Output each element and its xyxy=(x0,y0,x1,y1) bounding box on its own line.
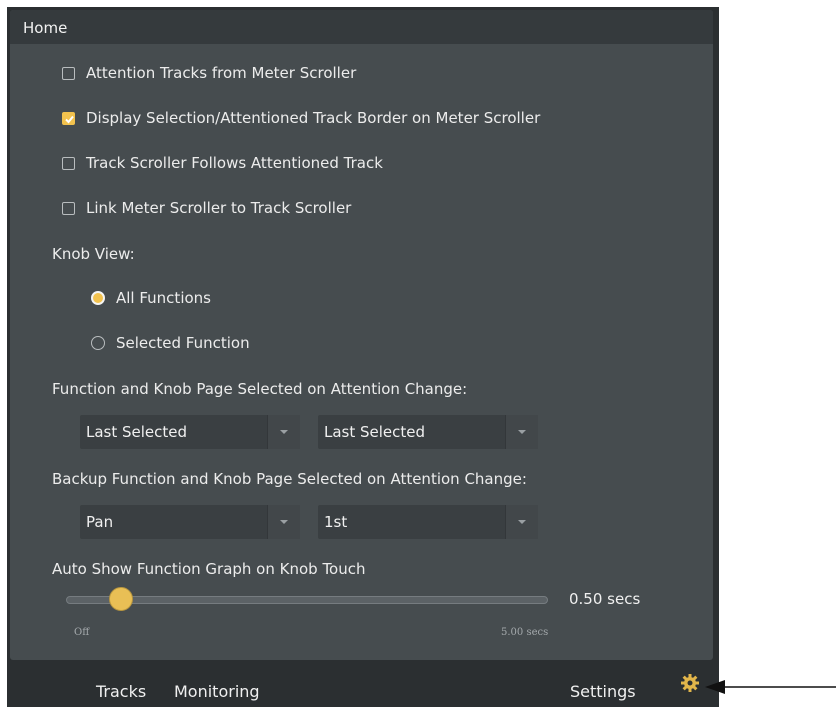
page-title: Home xyxy=(23,19,68,37)
function-page-label: Function and Knob Page Selected on Atten… xyxy=(52,380,468,398)
checkbox-label: Attention Tracks from Meter Scroller xyxy=(86,64,357,82)
chevron-down-icon xyxy=(280,520,288,524)
radio-all-functions[interactable]: All Functions xyxy=(91,289,211,307)
backup-function-dropdown[interactable]: Pan xyxy=(80,505,300,539)
arrow-left-icon xyxy=(705,680,836,694)
radio-label: All Functions xyxy=(116,289,211,307)
checkbox-track-scroller-follows[interactable]: Track Scroller Follows Attentioned Track xyxy=(62,154,383,172)
slider-value: 0.50 secs xyxy=(569,590,641,608)
dropdown-toggle[interactable] xyxy=(505,505,538,539)
radio-button-selected[interactable] xyxy=(91,291,105,305)
chevron-down-icon xyxy=(280,430,288,434)
tab-settings[interactable]: Settings xyxy=(570,682,636,701)
checkbox-box[interactable] xyxy=(62,156,75,170)
function-dropdown[interactable]: Last Selected xyxy=(80,415,300,449)
slider-track[interactable] xyxy=(66,596,548,604)
chevron-down-icon xyxy=(518,520,526,524)
bottom-tab-bar: Tracks Monitoring Settings xyxy=(7,668,719,707)
checkbox-label: Track Scroller Follows Attentioned Track xyxy=(86,154,383,172)
checkbox-attention-tracks[interactable]: Attention Tracks from Meter Scroller xyxy=(62,64,356,82)
dropdown-value: Pan xyxy=(86,513,114,531)
checkbox-box-checked[interactable] xyxy=(62,111,75,125)
radio-label: Selected Function xyxy=(116,334,250,352)
radio-selected-function[interactable]: Selected Function xyxy=(91,334,250,352)
checkmark-icon xyxy=(65,115,74,123)
dropdown-toggle[interactable] xyxy=(267,505,300,539)
settings-panel: Home Attention Tracks from Meter Scrolle… xyxy=(10,10,713,660)
checkbox-box[interactable] xyxy=(62,201,75,215)
checkbox-link-meter-scroller[interactable]: Link Meter Scroller to Track Scroller xyxy=(62,199,351,217)
knob-page-dropdown[interactable]: Last Selected xyxy=(318,415,538,449)
tab-monitoring[interactable]: Monitoring xyxy=(174,682,260,701)
panel-header: Home xyxy=(10,10,713,44)
tab-tracks[interactable]: Tracks xyxy=(96,682,146,701)
checkbox-label: Link Meter Scroller to Track Scroller xyxy=(86,199,352,217)
dropdown-toggle[interactable] xyxy=(267,415,300,449)
slider-max-label: 5.00 secs xyxy=(501,627,549,638)
checkbox-display-border[interactable]: Display Selection/Attentioned Track Bord… xyxy=(62,109,540,127)
checkbox-box[interactable] xyxy=(62,66,75,80)
slider-min-label: Off xyxy=(74,627,90,638)
dropdown-value: 1st xyxy=(324,513,348,531)
dropdown-value: Last Selected xyxy=(86,423,188,441)
knob-view-label: Knob View: xyxy=(52,245,135,263)
gear-icon[interactable] xyxy=(680,673,700,693)
backup-knob-page-dropdown[interactable]: 1st xyxy=(318,505,538,539)
backup-page-label: Backup Function and Knob Page Selected o… xyxy=(52,470,527,488)
dropdown-value: Last Selected xyxy=(324,423,426,441)
checkbox-label: Display Selection/Attentioned Track Bord… xyxy=(86,109,541,127)
radio-button[interactable] xyxy=(91,336,105,350)
dropdown-toggle[interactable] xyxy=(505,415,538,449)
auto-show-label: Auto Show Function Graph on Knob Touch xyxy=(52,560,366,578)
chevron-down-icon xyxy=(518,430,526,434)
slider-thumb[interactable] xyxy=(108,587,133,611)
